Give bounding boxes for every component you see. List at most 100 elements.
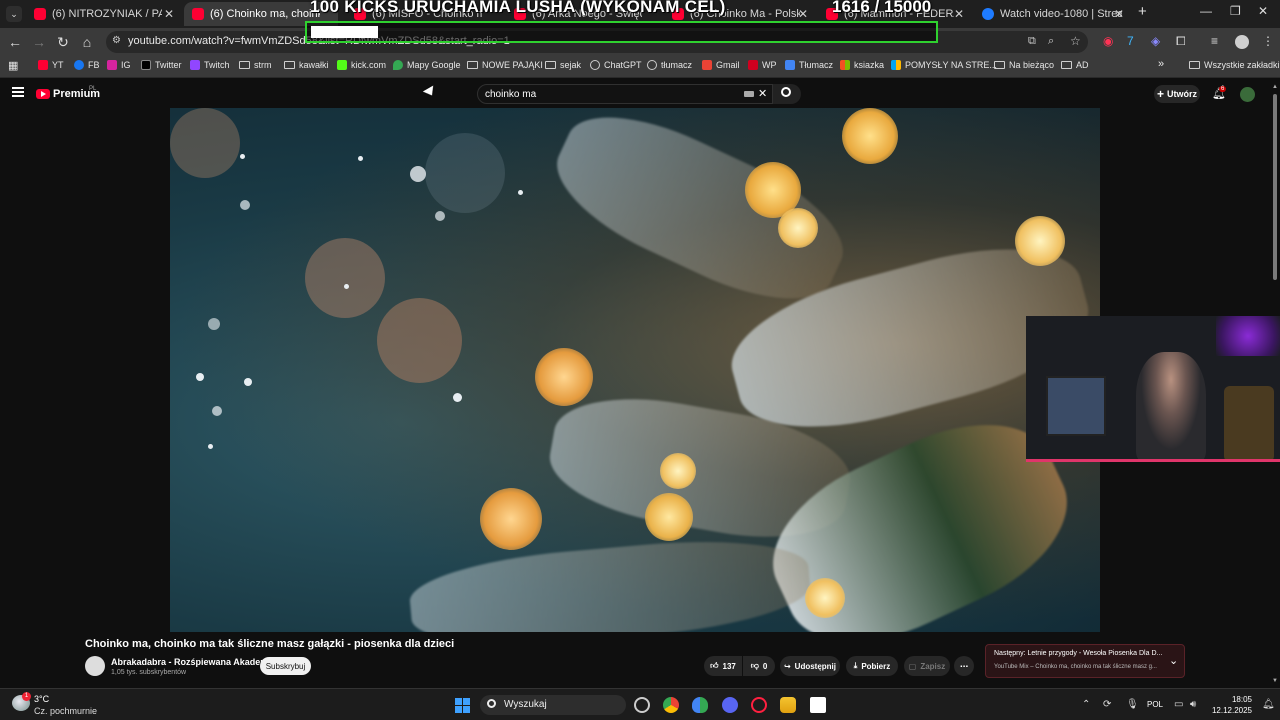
dislike-button[interactable]: 👎︎ 0 <box>743 656 775 676</box>
notifications-icon[interactable]: 🔔︎ <box>1262 699 1275 710</box>
bookmark-gmail[interactable]: Gmail <box>702 60 740 70</box>
share-button[interactable]: ↪ Udostępnij <box>780 656 840 676</box>
save-button[interactable]: ▢ Zapisz <box>904 656 950 676</box>
home-icon[interactable]: ⌂ <box>78 34 96 50</box>
youtube-icon <box>38 60 48 70</box>
all-bookmarks[interactable]: Wszystkie zakładki <box>1189 60 1280 70</box>
keyboard-icon[interactable] <box>744 91 754 97</box>
close-window-icon[interactable]: ✕ <box>1258 4 1268 18</box>
forward-icon[interactable]: → <box>30 34 48 50</box>
page-scrollbar[interactable]: ▲ ▼ <box>1270 84 1280 688</box>
shield-browser-icon[interactable] <box>692 697 708 713</box>
bookmark-nowe-pajaki[interactable]: NOWE PAJĄKI <box>467 60 543 70</box>
bookmark-star-icon[interactable]: ☆ <box>1070 34 1081 48</box>
reading-list-icon[interactable]: ≡ <box>1211 34 1218 48</box>
hidden-icons-chevron[interactable]: ⌃ <box>1082 699 1090 710</box>
taskbar-clock-time[interactable]: 18:05 <box>1214 695 1252 704</box>
discord-icon[interactable] <box>722 697 738 713</box>
extension-record-icon[interactable]: ◉ <box>1103 34 1113 48</box>
new-tab-button[interactable]: + <box>1138 3 1147 20</box>
network-icon[interactable]: ▭ <box>1174 699 1183 710</box>
bookmark-twitch[interactable]: Twitch <box>190 60 230 70</box>
extensions-puzzle-icon[interactable]: ⧠ <box>1176 34 1186 49</box>
taskbar-clock-date: 12.12.2025 <box>1211 706 1252 715</box>
search-button[interactable] <box>773 84 801 104</box>
bookmark-ig[interactable]: IG <box>107 60 131 70</box>
site-info-icon[interactable]: ⚙ <box>112 35 121 46</box>
volume-icon[interactable]: 🔊︎ <box>1190 699 1196 710</box>
channel-avatar[interactable] <box>85 656 105 676</box>
bookmark-ad[interactable]: AD <box>1061 60 1089 70</box>
bookmark-ksiazka[interactable]: ksiazka <box>840 60 884 70</box>
bookmark-strm[interactable]: strm <box>239 60 272 70</box>
windows-start-icon[interactable] <box>455 698 470 713</box>
menu-hamburger-icon[interactable] <box>12 87 24 99</box>
translate-icon <box>785 60 795 70</box>
weather-temperature[interactable]: 3°C <box>34 694 49 704</box>
browser-tab[interactable]: Watch video-1080 | Streamable ✕ <box>974 2 1130 26</box>
opera-gx-icon[interactable] <box>751 697 767 713</box>
bookmark-tlumacz-gpt[interactable]: tłumacz <box>647 60 692 70</box>
browser-menu-icon[interactable]: ⋮ <box>1262 34 1274 48</box>
video-frame-light <box>480 488 542 550</box>
bookmarks-overflow-icon[interactable]: » <box>1158 58 1164 70</box>
language-indicator[interactable]: POL <box>1147 700 1163 709</box>
webcam-person <box>1136 352 1206 459</box>
search-input[interactable]: choinko ma ✕ <box>477 84 773 104</box>
bookmark-pomysly[interactable]: POMYSŁY NA STRE... <box>891 60 997 70</box>
download-button[interactable]: ⤓ Pobierz <box>846 656 898 676</box>
taskbar-search-input[interactable]: Wyszukaj <box>480 695 626 715</box>
close-tab-icon[interactable]: ✕ <box>798 7 808 21</box>
zoom-icon[interactable]: ⌕ <box>1048 35 1054 48</box>
extension-icon[interactable]: ◈ <box>1151 34 1160 48</box>
bookmark-sejak[interactable]: sejak <box>545 60 581 70</box>
reload-icon[interactable]: ↻ <box>54 34 72 51</box>
weather-badge: 1 <box>22 692 31 701</box>
close-tab-icon[interactable]: ✕ <box>1114 7 1124 21</box>
bookmark-fb[interactable]: FB <box>74 60 100 70</box>
video-player[interactable] <box>170 108 1100 632</box>
up-next-card[interactable]: Następny: Letnie przygody - Wesoła Piose… <box>985 644 1185 678</box>
account-avatar[interactable] <box>1240 87 1255 102</box>
file-explorer-icon[interactable] <box>780 697 796 713</box>
bookmark-yt[interactable]: YT <box>38 60 64 70</box>
subscribe-button[interactable]: Subskrybuj <box>260 657 311 675</box>
app-window-icon[interactable] <box>810 697 826 713</box>
bookmark-kick[interactable]: kick.com <box>337 60 386 70</box>
scroll-up-icon[interactable]: ▲ <box>1272 84 1278 90</box>
bookmark-na-biezaco[interactable]: Na bieżąco <box>994 60 1054 70</box>
channel-name[interactable]: Abrakadabra - Rozśpiewana Akademia <box>111 657 276 667</box>
bookmark-kawalki[interactable]: kawałki <box>284 60 329 70</box>
bookmark-chatgpt[interactable]: ChatGPT <box>590 60 642 70</box>
restore-icon[interactable]: ❐ <box>1230 4 1241 18</box>
tab-search-dropdown-icon[interactable]: ⌄ <box>6 6 22 22</box>
bookmark-twitter[interactable]: Twitter <box>141 60 182 70</box>
minimize-icon[interactable]: — <box>1200 4 1212 18</box>
thumbs-up-icon: 👍︎ <box>710 661 719 670</box>
close-tab-icon[interactable]: ✕ <box>164 7 174 21</box>
bookmark-mapy-google[interactable]: Mapy Google <box>393 60 461 70</box>
apps-grid-icon[interactable]: ▦ <box>8 59 18 72</box>
create-button[interactable]: + Utwórz <box>1154 85 1200 103</box>
bookmark-icon: ▢ <box>908 661 917 671</box>
like-button[interactable]: 👍︎ 137 <box>704 656 742 676</box>
browser-tab[interactable]: (6) NITROZYNIAK / PARAMAXIL ✕ <box>26 2 180 26</box>
close-tab-icon[interactable]: ✕ <box>954 7 964 21</box>
youtube-header: Premium PL choinko ma ✕ + Utwórz 🔔︎ 6 <box>0 80 1280 108</box>
scroll-down-icon[interactable]: ▼ <box>1272 678 1278 684</box>
profile-avatar-icon[interactable] <box>1235 35 1249 49</box>
youtube-icon <box>192 8 204 20</box>
chevron-down-icon[interactable]: ⌄ <box>1169 654 1178 667</box>
more-actions-button[interactable]: ⋯ <box>954 656 974 676</box>
sync-icon[interactable]: ⟳ <box>1103 699 1111 710</box>
bookmark-tlumacz[interactable]: Tłumacz <box>785 60 833 70</box>
back-icon[interactable]: ← <box>6 34 24 50</box>
microphone-icon[interactable]: 🎙︎ <box>1126 699 1139 710</box>
obs-icon[interactable] <box>634 697 650 713</box>
chrome-icon[interactable] <box>663 697 679 713</box>
bookmark-wp[interactable]: WP <box>748 60 777 70</box>
install-app-icon[interactable]: ⧉ <box>1028 35 1036 48</box>
clear-search-icon[interactable]: ✕ <box>758 87 767 100</box>
extension-7tv-icon[interactable]: 7 <box>1127 34 1134 48</box>
scrollbar-thumb[interactable] <box>1273 94 1277 280</box>
